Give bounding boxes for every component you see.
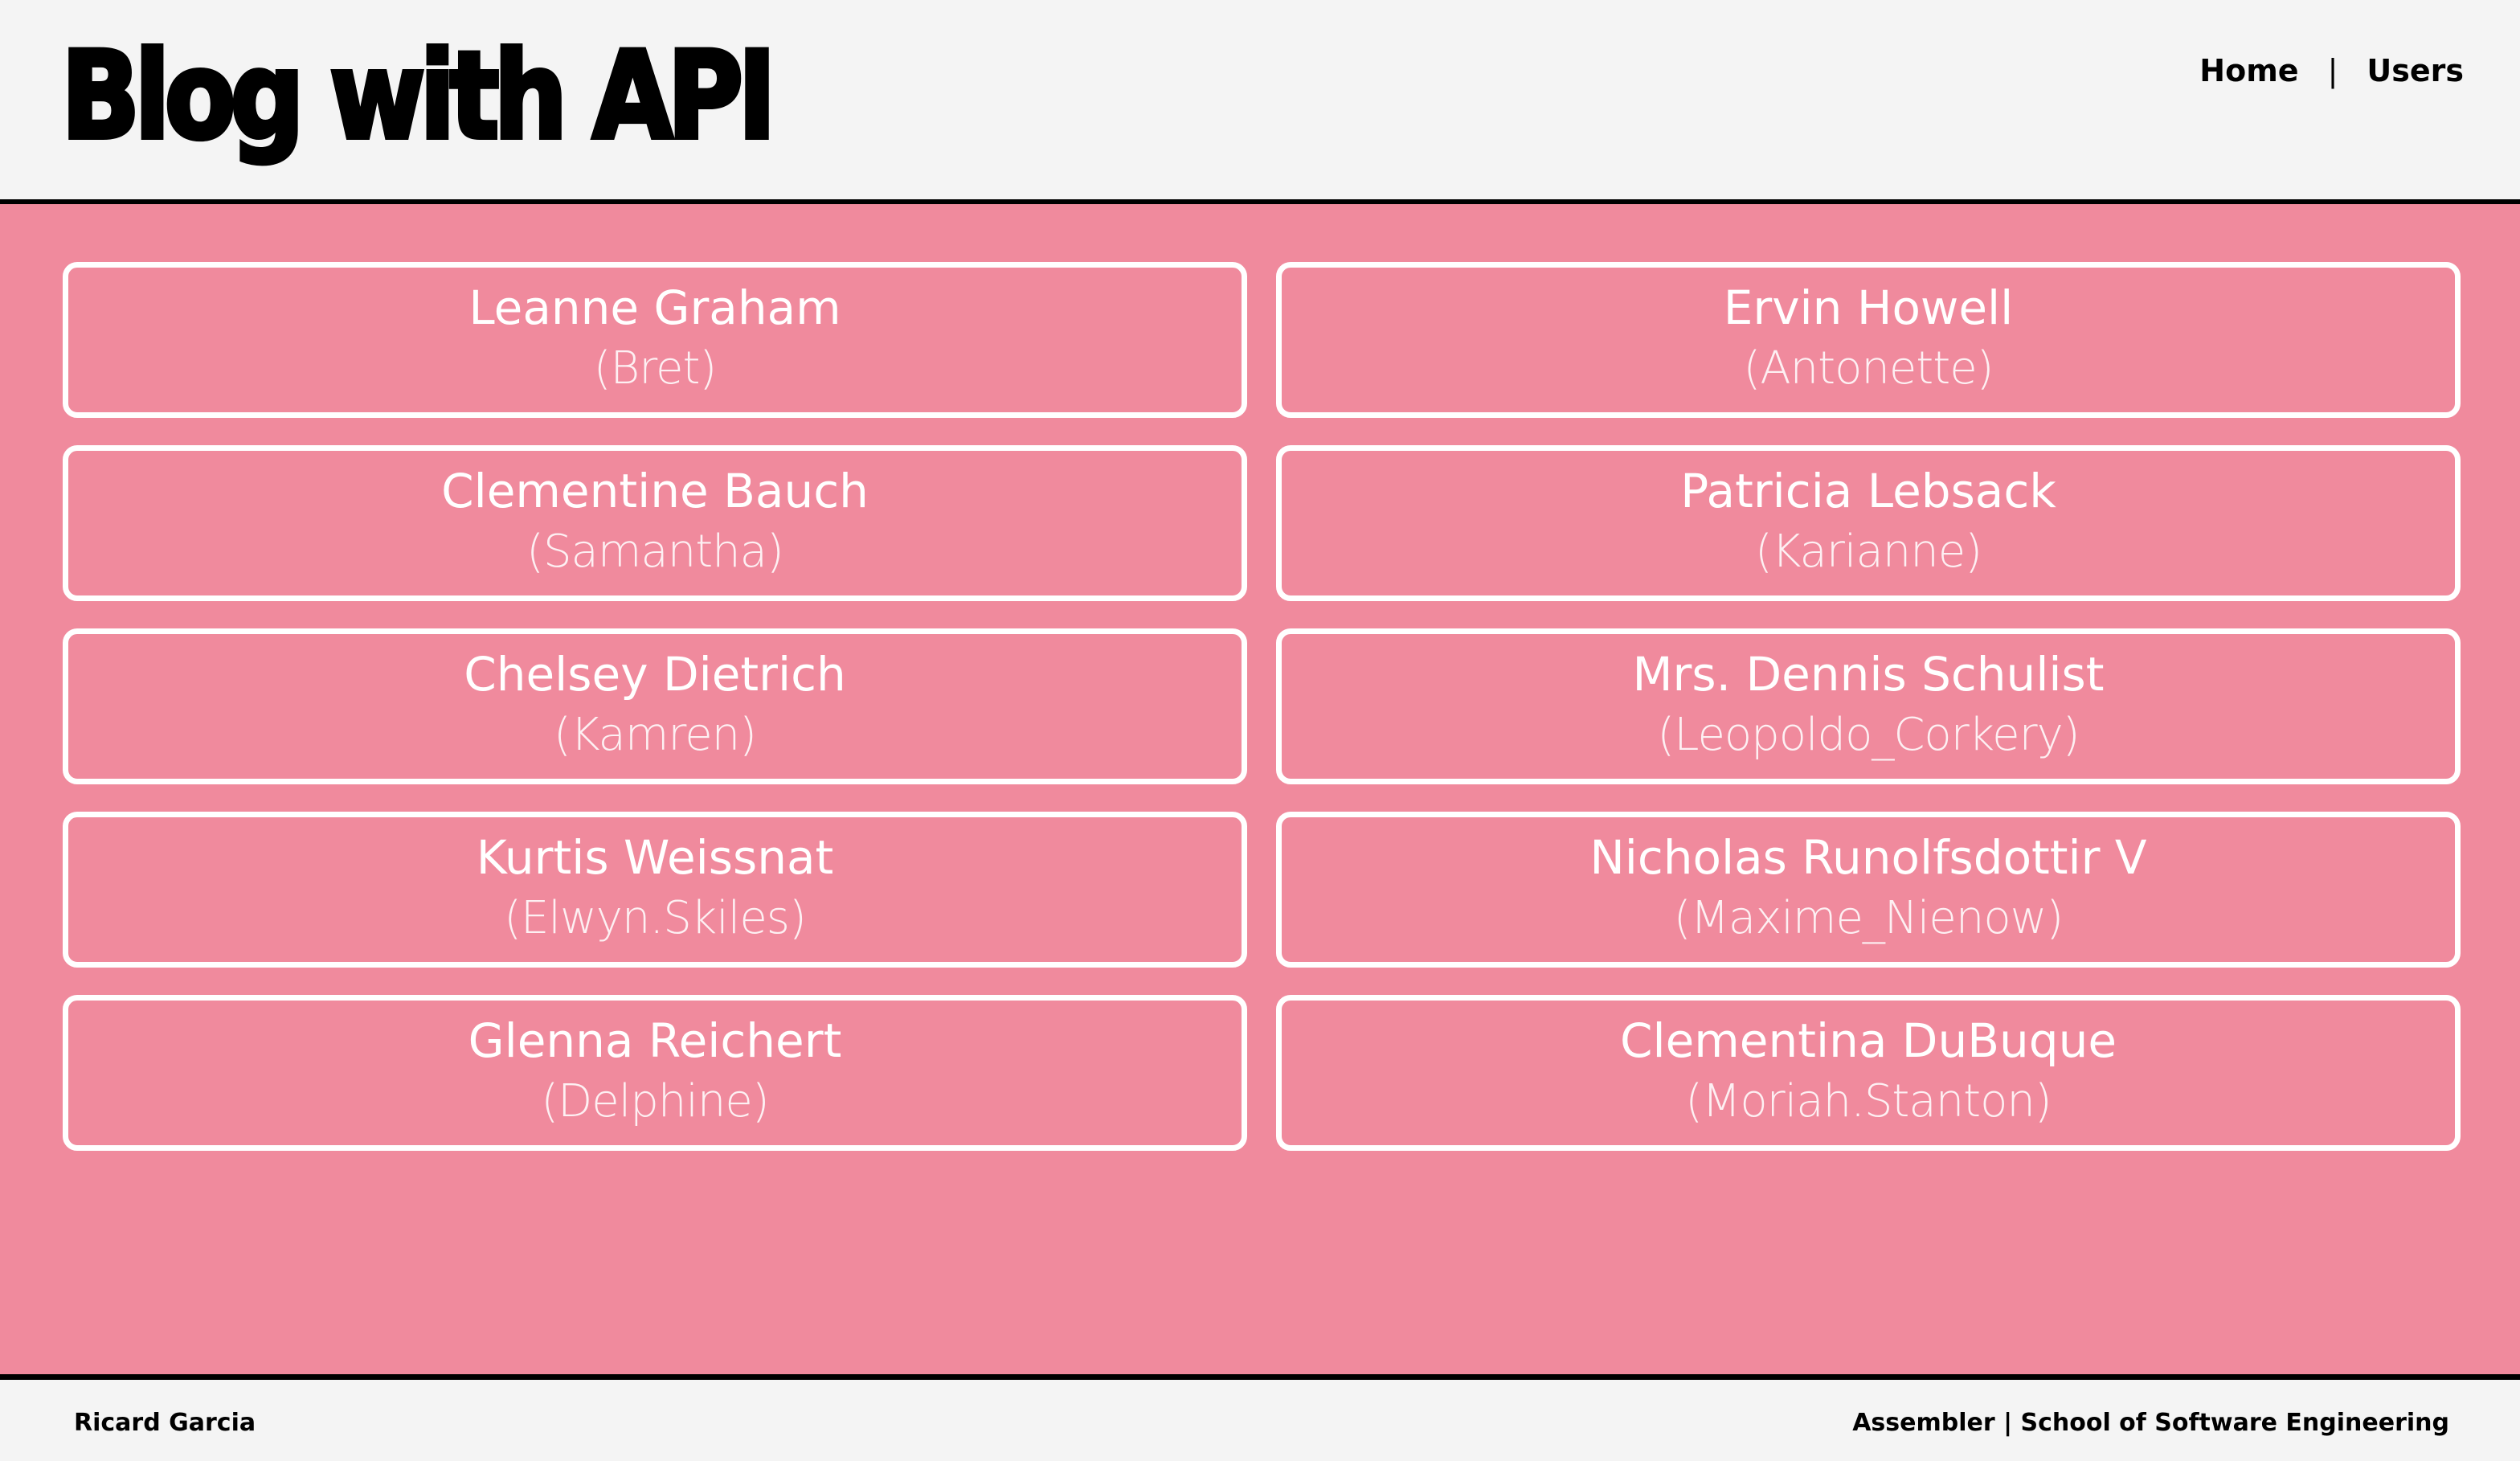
user-card[interactable]: Clementine Bauch (Samantha) [63,445,1247,601]
site-footer: Ricard Garcia Assembler | School of Soft… [0,1374,2520,1461]
user-card[interactable]: Clementina DuBuque (Moriah.Stanton) [1276,995,2461,1151]
user-card[interactable]: Chelsey Dietrich (Kamren) [63,628,1247,784]
site-title: Blog with API [59,25,778,168]
user-name: Ervin Howell [1723,280,2014,335]
user-name: Glenna Reichert [468,1013,842,1068]
user-name: Mrs. Dennis Schulist [1632,647,2105,702]
nav-users-link[interactable]: Users [2367,53,2464,88]
user-card[interactable]: Glenna Reichert (Delphine) [63,995,1247,1151]
user-username: (Leopoldo_Corkery) [1657,708,2080,761]
site-header: Blog with API Home | Users [0,0,2520,204]
user-username: (Moriah.Stanton) [1685,1074,2052,1127]
user-name: Leanne Graham [468,280,841,335]
users-section: Leanne Graham (Bret) Ervin Howell (Anton… [0,204,2520,1374]
user-username: (Antonette) [1743,342,1994,395]
user-card[interactable]: Kurtis Weissnat (Elwyn.Skiles) [63,812,1247,968]
user-name: Patricia Lebsack [1680,464,2056,518]
user-username: (Delphine) [541,1074,769,1127]
user-username: (Bret) [593,342,718,395]
user-username: (Maxime_Nienow) [1673,891,2064,944]
user-card[interactable]: Mrs. Dennis Schulist (Leopoldo_Corkery) [1276,628,2461,784]
nav-separator: | [2327,53,2338,88]
user-grid: Leanne Graham (Bret) Ervin Howell (Anton… [63,262,2461,1151]
user-username: (Elwyn.Skiles) [504,891,807,944]
user-card[interactable]: Ervin Howell (Antonette) [1276,262,2461,418]
user-card[interactable]: Nicholas Runolfsdottir V (Maxime_Nienow) [1276,812,2461,968]
user-card[interactable]: Patricia Lebsack (Karianne) [1276,445,2461,601]
footer-school: Assembler | School of Software Engineeri… [1852,1409,2449,1437]
user-username: (Karianne) [1754,525,1982,578]
user-username: (Samantha) [526,525,784,578]
user-card[interactable]: Leanne Graham (Bret) [63,262,1247,418]
footer-author: Ricard Garcia [74,1409,256,1437]
user-name: Clementine Bauch [441,464,869,518]
nav-home-link[interactable]: Home [2199,53,2298,88]
user-username: (Kamren) [553,708,757,761]
user-name: Kurtis Weissnat [476,830,834,885]
user-name: Clementina DuBuque [1619,1013,2117,1068]
main-nav: Home | Users [2199,53,2464,88]
user-name: Nicholas Runolfsdottir V [1589,830,2147,885]
user-name: Chelsey Dietrich [464,647,846,702]
